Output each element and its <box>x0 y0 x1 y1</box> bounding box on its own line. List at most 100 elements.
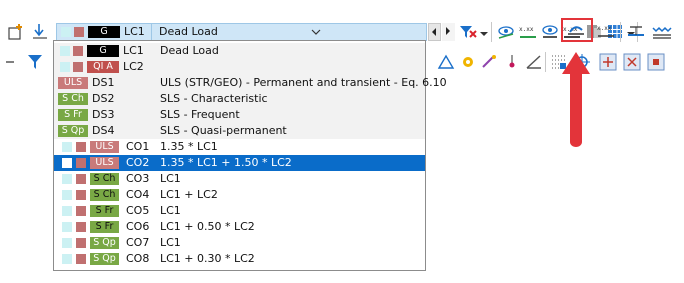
filter-icon[interactable] <box>26 52 46 72</box>
design-situation-row[interactable]: ULS DS1 ULS (STR/GEO) - Permanent and tran… <box>54 75 447 91</box>
combo-divider <box>151 24 152 40</box>
combination-row[interactable]: S Fr CO6 LC1 + 0.50 * LC2 <box>54 219 425 235</box>
view-3d-2-icon[interactable] <box>646 52 666 72</box>
combination-row[interactable]: S Fr CO5 LC1 <box>54 203 425 219</box>
result-eye-2-icon[interactable] <box>540 22 560 42</box>
row-cyan-square <box>62 190 72 200</box>
row-id: DS2 <box>92 92 115 105</box>
diagram-icon[interactable] <box>652 22 672 42</box>
result-values-icon[interactable]: x.xx <box>518 22 538 42</box>
row-cyan-square <box>60 46 70 56</box>
previous-button[interactable] <box>428 23 441 41</box>
row-type-badge: S Fr <box>90 221 119 233</box>
row-color-square <box>76 238 86 248</box>
design-situation-row[interactable]: S Qp DS4 SLS - Quasi-permanent <box>54 123 425 139</box>
row-name: LC1 + LC2 <box>160 188 218 201</box>
combination-row[interactable]: S Qp CO8 LC1 + 0.30 * LC2 <box>54 251 425 267</box>
combination-row[interactable]: S Ch CO3 LC1 <box>54 171 425 187</box>
section-icon[interactable] <box>436 52 456 72</box>
row-name: ULS (STR/GEO) - Permanent and transient … <box>160 76 447 89</box>
row-name: LC1 <box>160 172 181 185</box>
row-id: LC2 <box>123 60 144 73</box>
row-id: CO6 <box>126 220 150 233</box>
row-color-square <box>76 174 86 184</box>
row-id: CO5 <box>126 204 150 217</box>
row-id: LC1 <box>123 44 144 57</box>
design-situation-row[interactable]: S Fr DS3 SLS - Frequent <box>54 107 425 123</box>
row-name: SLS - Frequent <box>160 108 240 121</box>
combo-color-square <box>74 27 84 37</box>
row-type-badge: S Qp <box>90 253 119 265</box>
row-color-square <box>73 46 83 56</box>
red-arrow-annotation <box>562 52 590 147</box>
load-case-dropdown-list[interactable]: G LC1 Dead Load QI A LC2 ULS DS1 ULS (STR/GEO) … <box>53 40 447 271</box>
values-line-icon[interactable]: x.xx <box>596 22 616 42</box>
row-name: LC1 + 0.50 * LC2 <box>160 220 255 233</box>
angle-icon[interactable] <box>524 52 544 72</box>
deformation-scale-icon[interactable] <box>566 20 586 40</box>
row-type-badge: QI A <box>87 61 119 73</box>
row-cyan-square <box>60 62 70 72</box>
result-eye-icon[interactable] <box>496 22 516 42</box>
combination-row[interactable]: ULS CO2 1.35 * LC1 + 1.50 * LC2 <box>54 155 425 171</box>
row-type-badge: S Fr <box>90 205 119 217</box>
row-color-square <box>76 206 86 216</box>
row-type-badge: ULS <box>90 141 119 153</box>
row-type-badge: S Ch <box>90 189 119 201</box>
row-name: LC1 <box>160 236 181 249</box>
row-type-badge: S Qp <box>90 237 119 249</box>
view-3d-icon[interactable] <box>622 52 642 72</box>
row-id: CO8 <box>126 252 150 265</box>
row-type-badge: S Qp <box>58 125 88 137</box>
filter-x-icon[interactable] <box>458 22 478 42</box>
row-color-square <box>76 142 86 152</box>
row-name: SLS - Quasi-permanent <box>160 124 287 137</box>
filter-dropdown-arrow[interactable] <box>480 28 488 41</box>
load-case-row[interactable]: QI A LC2 <box>54 59 425 75</box>
row-cyan-square <box>62 222 72 232</box>
combination-row[interactable]: S Ch CO4 LC1 + LC2 <box>54 187 425 203</box>
snap-icon[interactable] <box>598 52 618 72</box>
gear-icon[interactable] <box>458 52 478 72</box>
next-button[interactable] <box>442 23 455 41</box>
row-id: CO1 <box>126 140 150 153</box>
view-icon[interactable] <box>480 52 500 72</box>
row-name: 1.35 * LC1 + 1.50 * LC2 <box>160 156 292 169</box>
row-type-badge: ULS <box>58 77 88 89</box>
load-case-combo[interactable]: G LC1 Dead Load <box>56 23 427 41</box>
pin-icon[interactable] <box>502 52 522 72</box>
row-cyan-square <box>62 254 72 264</box>
row-name: LC1 <box>160 204 181 217</box>
row-type-badge: S Fr <box>58 109 88 121</box>
combo-id: LC1 <box>124 25 145 38</box>
row-cyan-square <box>62 158 72 168</box>
row-name: SLS - Characteristic <box>160 92 268 105</box>
row-name: LC1 + 0.30 * LC2 <box>160 252 255 265</box>
design-situation-row[interactable]: S Ch DS2 SLS - Characteristic <box>54 91 425 107</box>
row-name: Dead Load <box>160 44 219 57</box>
combination-row[interactable]: S Qp CO7 LC1 <box>54 235 425 251</box>
combination-row[interactable]: ULS CO1 1.35 * LC1 <box>54 139 425 155</box>
row-id: DS1 <box>92 76 115 89</box>
row-cyan-square <box>62 206 72 216</box>
toolbar-grip-icon <box>0 52 14 72</box>
combo-type-badge: G <box>88 26 120 38</box>
row-type-badge: S Ch <box>58 93 88 105</box>
row-color-square <box>76 222 86 232</box>
row-cyan-square <box>62 142 72 152</box>
row-type-badge: S Ch <box>90 173 119 185</box>
chevron-down-icon[interactable] <box>311 27 321 40</box>
row-id: CO3 <box>126 172 150 185</box>
member-result-icon[interactable] <box>626 22 646 42</box>
load-down-icon[interactable] <box>30 22 50 42</box>
row-color-square <box>76 190 86 200</box>
row-id: DS3 <box>92 108 115 121</box>
row-id: CO4 <box>126 188 150 201</box>
row-cyan-square <box>62 238 72 248</box>
svg-text:x.xx: x.xx <box>519 26 534 33</box>
load-case-row[interactable]: G LC1 Dead Load <box>54 43 425 59</box>
new-load-icon[interactable] <box>6 22 26 42</box>
row-id: DS4 <box>92 124 115 137</box>
row-id: CO7 <box>126 236 150 249</box>
row-type-badge: ULS <box>90 157 119 169</box>
